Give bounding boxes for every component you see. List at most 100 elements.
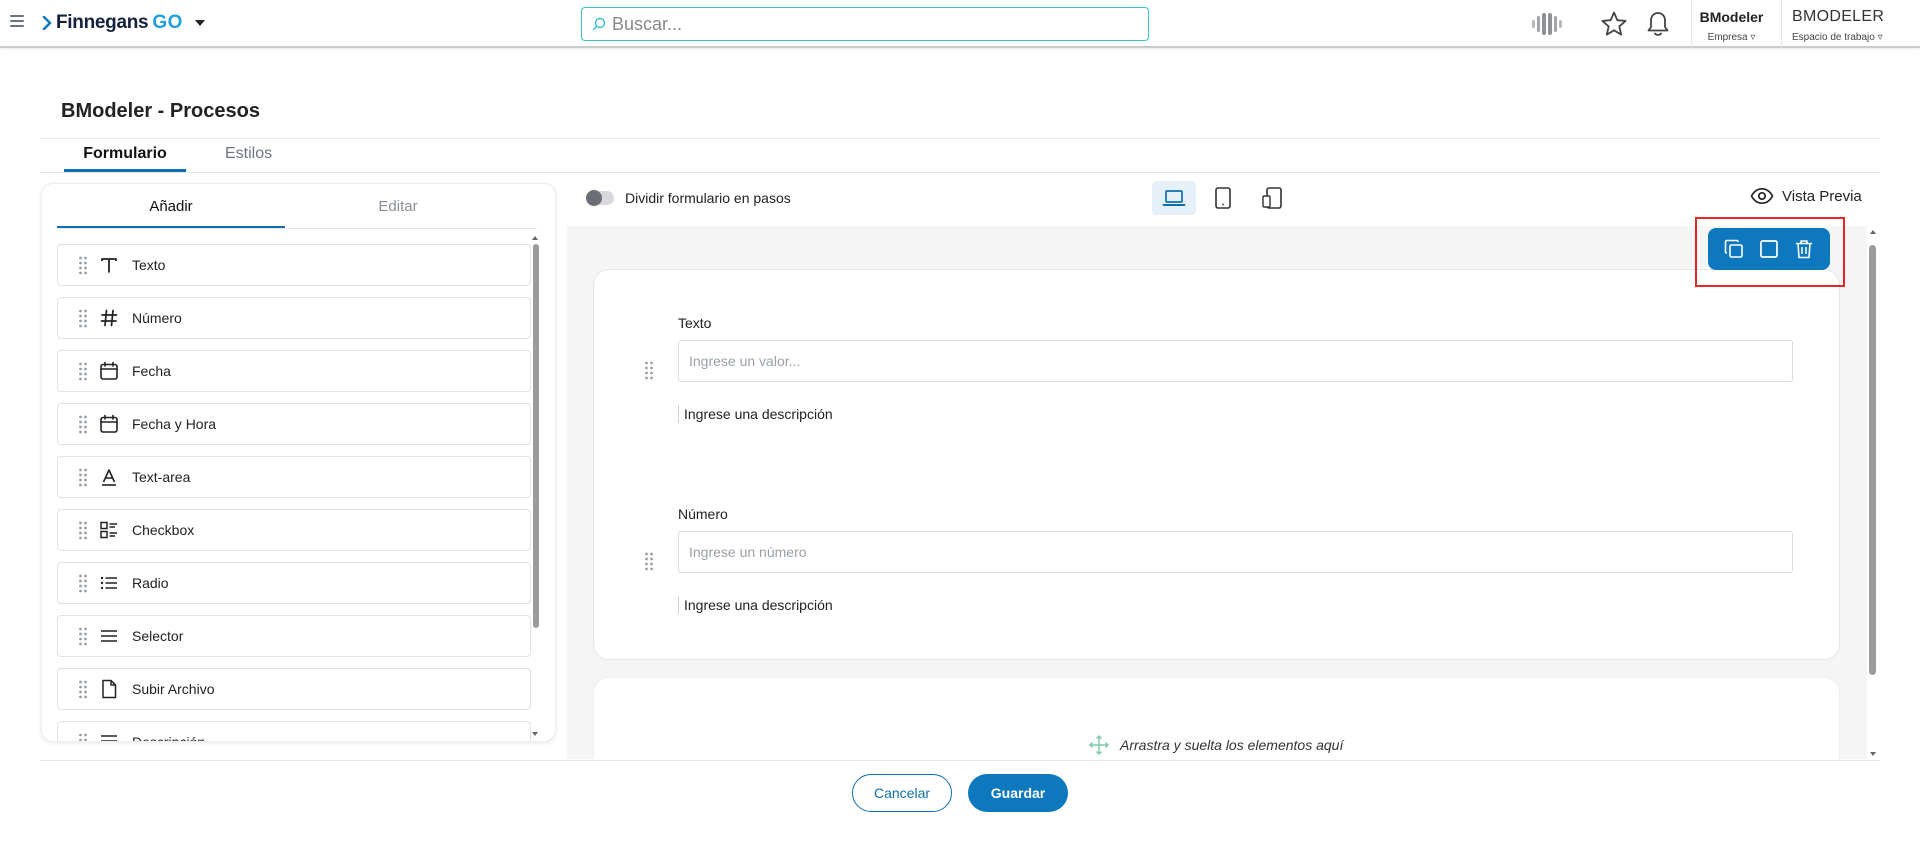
tabs-divider	[40, 172, 1880, 173]
component-item-label: Número	[132, 310, 182, 326]
field-drag-handle-icon[interactable]	[644, 551, 654, 571]
text-type-icon	[98, 254, 120, 276]
component-item-label: Selector	[132, 628, 184, 644]
app-logo[interactable]: Finnegans GO	[42, 12, 205, 34]
search-input[interactable]	[612, 13, 1112, 35]
ai-assistant-icon[interactable]	[1530, 11, 1564, 42]
component-item-subir-archivo[interactable]: Subir Archivo	[57, 668, 531, 710]
drag-handle-icon[interactable]	[78, 573, 88, 593]
favorites-star-icon[interactable]	[1600, 10, 1628, 43]
drag-handle-icon[interactable]	[78, 732, 88, 742]
components-panel: Añadir Editar Texto Número Fecha Fecha y…	[41, 183, 556, 742]
workspace-name: BMODELER	[1792, 8, 1885, 25]
component-item-selector[interactable]: Selector	[57, 615, 531, 657]
search-box	[581, 7, 1149, 41]
drop-zone[interactable]: Arrastra y suelta los elementos aquí	[593, 677, 1840, 759]
component-item-radio[interactable]: Radio	[57, 562, 531, 604]
field-description-numero[interactable]: Ingrese una descripción	[678, 596, 833, 614]
component-item-text-area[interactable]: Text-area	[57, 456, 531, 498]
split-steps-toggle[interactable]	[586, 190, 614, 206]
tab-formulario[interactable]: Formulario	[64, 145, 186, 163]
field-input-numero[interactable]	[678, 531, 1793, 573]
company-selector[interactable]: BModeler Empresa ▿	[1691, 0, 1771, 48]
drag-handle-icon[interactable]	[78, 467, 88, 487]
workspace-selector[interactable]: BMODELER Espacio de trabajo ▿	[1781, 0, 1920, 48]
workspace-caret-icon: ▿	[1877, 32, 1883, 43]
drag-handle-icon[interactable]	[78, 361, 88, 381]
company-caret-icon: ▿	[1750, 32, 1756, 43]
field-label-texto: Texto	[678, 315, 712, 331]
scrollbar-thumb[interactable]	[1869, 245, 1876, 675]
drag-handle-icon[interactable]	[78, 626, 88, 646]
copy-icon	[1724, 239, 1743, 258]
checklist-icon	[98, 519, 120, 541]
canvas-scrollbar[interactable]	[1868, 230, 1878, 756]
workspace-label: Espacio de trabajo	[1792, 32, 1875, 43]
field-drag-handle-icon[interactable]	[644, 360, 654, 380]
component-item-checkbox[interactable]: Checkbox	[57, 509, 531, 551]
subtab-anadir[interactable]: Añadir	[58, 198, 284, 215]
subtab-editar[interactable]: Editar	[285, 198, 511, 215]
drop-zone-text: Arrastra y suelta los elementos aquí	[1120, 737, 1344, 753]
drag-handle-icon[interactable]	[78, 255, 88, 275]
scrollbar-thumb[interactable]	[533, 244, 539, 628]
drag-handle-icon[interactable]	[78, 679, 88, 699]
logo-name: Finnegans	[56, 12, 149, 33]
component-item-label: Fecha y Hora	[132, 416, 217, 432]
save-button[interactable]: Guardar	[968, 774, 1068, 812]
logo-dropdown-caret-icon[interactable]	[194, 20, 205, 26]
device-laptop-button[interactable]	[1152, 181, 1196, 215]
device-tablet-button[interactable]	[1201, 181, 1245, 215]
notifications-bell-icon[interactable]	[1646, 10, 1670, 43]
drag-handle-icon[interactable]	[78, 520, 88, 540]
menu-lines-icon	[98, 625, 120, 647]
components-scrollbar[interactable]	[532, 236, 540, 736]
toggle-knob	[586, 190, 602, 206]
scroll-up-arrow-icon[interactable]	[532, 236, 538, 240]
component-item-label: Checkbox	[132, 522, 195, 538]
duplicate-button[interactable]	[1720, 235, 1748, 263]
form-section-card[interactable]: Texto Ingrese una descripción Número Ing…	[593, 269, 1840, 660]
cancel-button[interactable]: Cancelar	[852, 774, 952, 812]
list-icon	[98, 572, 120, 594]
preview-button[interactable]: Vista Previa	[1750, 187, 1862, 205]
calendar-icon	[98, 413, 120, 435]
description-icon	[98, 731, 120, 741]
component-list: Texto Número Fecha Fecha y Hora Text-are…	[57, 244, 531, 742]
text-area-icon	[98, 466, 120, 488]
field-input-texto[interactable]	[678, 340, 1793, 382]
component-item-fecha-y-hora[interactable]: Fecha y Hora	[57, 403, 531, 445]
component-item-label: Texto	[132, 257, 166, 273]
title-divider	[40, 138, 1880, 139]
scroll-up-arrow-icon[interactable]	[1870, 230, 1876, 234]
page-title: BModeler - Procesos	[61, 100, 260, 122]
preview-label: Vista Previa	[1782, 187, 1862, 205]
select-button[interactable]	[1755, 235, 1783, 263]
component-item-fecha[interactable]: Fecha	[57, 350, 531, 392]
tab-estilos[interactable]: Estilos	[225, 145, 272, 163]
delete-button[interactable]	[1790, 235, 1818, 263]
device-mobile-button[interactable]	[1250, 181, 1294, 215]
component-item-descripcion[interactable]: Descripción	[57, 721, 531, 742]
component-item-numero[interactable]: Número	[57, 297, 531, 339]
hamburger-menu-icon[interactable]	[10, 15, 24, 29]
scroll-down-arrow-icon[interactable]	[1870, 752, 1876, 756]
company-label: Empresa	[1707, 32, 1748, 43]
field-description-texto[interactable]: Ingrese una descripción	[678, 405, 833, 423]
form-canvas: Texto Ingrese una descripción Número Ing…	[567, 226, 1867, 759]
calendar-icon	[98, 360, 120, 382]
drag-handle-icon[interactable]	[78, 414, 88, 434]
search-icon	[592, 17, 606, 31]
split-steps-label: Dividir formulario en pasos	[625, 190, 791, 206]
component-item-label: Descripción	[132, 734, 206, 742]
logo-suffix: GO	[152, 12, 183, 33]
component-item-label: Text-area	[132, 469, 191, 485]
file-icon	[98, 678, 120, 700]
company-name: BModeler	[1699, 9, 1764, 25]
field-label-numero: Número	[678, 506, 728, 522]
scroll-down-arrow-icon[interactable]	[532, 732, 538, 736]
component-item-texto[interactable]: Texto	[57, 244, 531, 286]
logo-chevron-icon	[42, 16, 52, 30]
tablet-icon	[1215, 187, 1231, 209]
drag-handle-icon[interactable]	[78, 308, 88, 328]
